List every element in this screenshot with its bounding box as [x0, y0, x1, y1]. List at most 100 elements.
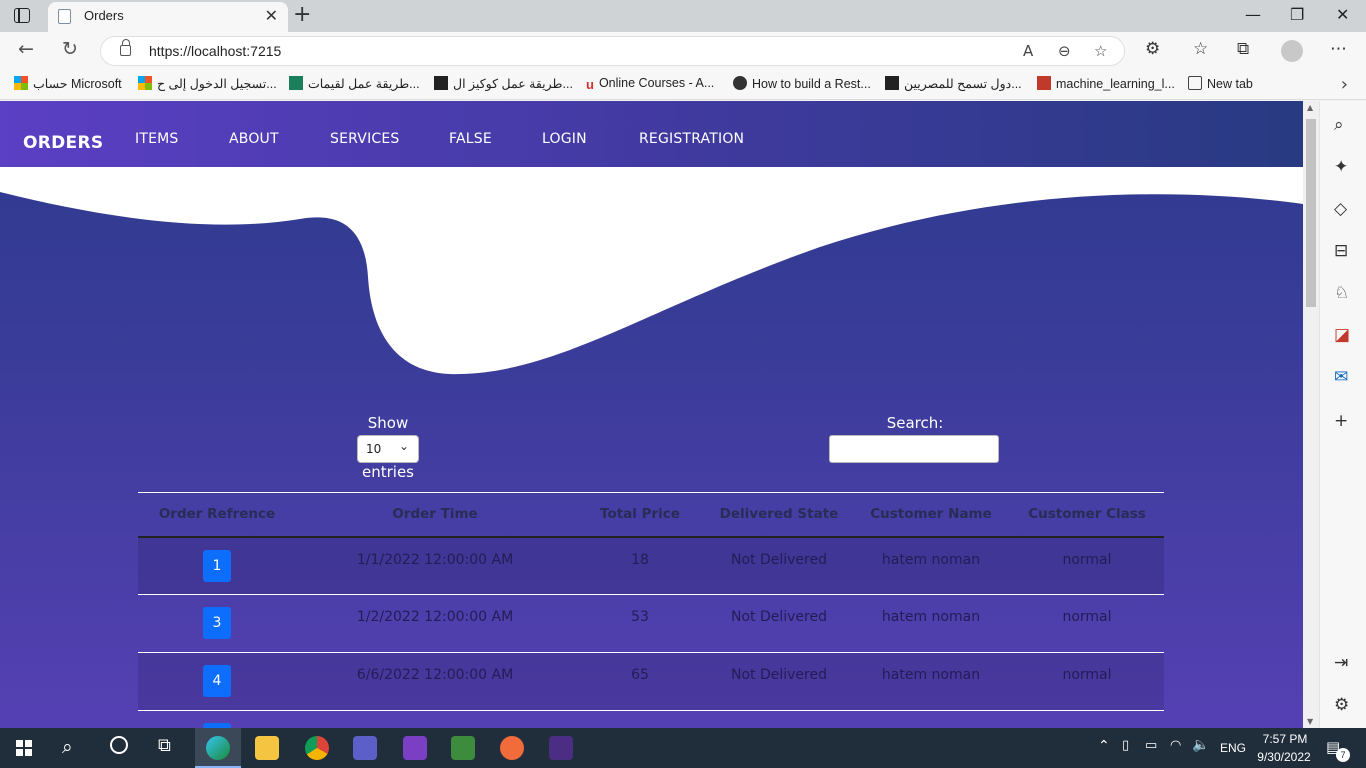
favorites-icon[interactable]: ☆	[1193, 39, 1208, 59]
close-window-icon[interactable]: ✕	[1336, 5, 1349, 24]
restore-icon[interactable]: ❐	[1290, 5, 1304, 24]
notification-count-badge: 7	[1336, 748, 1350, 762]
extensions-icon[interactable]: ⚙	[1145, 39, 1160, 59]
nav-link-login[interactable]: LOGIN	[542, 131, 587, 147]
refresh-icon[interactable]: ↻	[62, 38, 78, 60]
language-indicator[interactable]: ENG	[1220, 741, 1246, 755]
bookmark-item[interactable]: حساب Microsoft	[14, 76, 122, 91]
order-ref-button[interactable]: 3	[203, 607, 231, 639]
entries-select[interactable]: 10 ⌄	[357, 435, 419, 463]
column-header[interactable]: Customer Class	[1010, 492, 1164, 538]
clock-date[interactable]: 9/30/2022	[1252, 750, 1316, 764]
wifi-icon[interactable]: ◠	[1170, 738, 1181, 753]
customer-class-cell: normal	[1010, 652, 1164, 711]
nav-link-false[interactable]: FALSE	[449, 131, 492, 147]
outlook-icon[interactable]: ✉	[1334, 367, 1348, 387]
battery-icon[interactable]: ▭	[1145, 738, 1157, 753]
bookmark-item[interactable]: New tab	[1188, 76, 1253, 91]
clock-time[interactable]: 7:57 PM	[1260, 732, 1310, 746]
file-explorer-icon[interactable]	[255, 736, 279, 760]
bookmark-item[interactable]: How to build a Rest...	[733, 76, 871, 91]
task-view-icon[interactable]: ⧉	[158, 735, 171, 756]
column-header[interactable]: Delivered State	[706, 492, 852, 538]
delivered-state-cell	[706, 710, 852, 728]
teams-icon[interactable]	[353, 736, 377, 760]
nav-link-items[interactable]: ITEMS	[135, 131, 179, 147]
back-icon[interactable]: ←	[18, 38, 34, 60]
cortana-icon[interactable]	[110, 736, 128, 754]
zoom-icon[interactable]: ⊖	[1058, 42, 1071, 60]
search-label: Search:	[886, 414, 944, 432]
chrome-icon[interactable]	[305, 736, 329, 760]
new-tab-icon[interactable]: +	[293, 2, 311, 27]
bookmark-item[interactable]: طريقة عمل لقيمات...	[289, 76, 420, 91]
settings-icon[interactable]: ⚙	[1334, 695, 1349, 715]
bookmark-item[interactable]: دول تسمح للمصريين...	[885, 76, 1022, 91]
discover-icon[interactable]: ✦	[1334, 157, 1348, 177]
site-navbar: ORDERS ITEMS ABOUT SERVICES FALSE LOGIN …	[0, 101, 1303, 167]
shopping-tag-icon[interactable]: ◇	[1334, 199, 1347, 219]
postman-icon[interactable]	[500, 736, 524, 760]
scroll-down-icon[interactable]: ▼	[1307, 717, 1313, 726]
delivered-state-cell: Not Delivered	[706, 652, 852, 711]
close-tab-icon[interactable]: ✕	[265, 6, 278, 25]
web-page: ORDERS ITEMS ABOUT SERVICES FALSE LOGIN …	[0, 101, 1303, 728]
bookmark-item[interactable]: u Online Courses - A...	[586, 76, 714, 92]
volume-icon[interactable]: 🔈	[1192, 737, 1209, 753]
column-header[interactable]: Order Refrence	[138, 492, 296, 538]
pdf-icon	[1037, 76, 1051, 90]
visual-studio-icon[interactable]	[403, 736, 427, 760]
customer-class-cell: normal	[1010, 594, 1164, 653]
total-price-cell: 53	[574, 594, 706, 653]
add-icon[interactable]: +	[1334, 411, 1348, 431]
nav-link-services[interactable]: SERVICES	[330, 131, 400, 147]
bookmark-item[interactable]: تسجيل الدخول إلى ح...	[138, 76, 277, 91]
search-input[interactable]	[829, 435, 999, 463]
browser-tab[interactable]: Orders ✕	[48, 2, 288, 32]
address-bar[interactable]: https://localhost:7215 A ⊖ ☆	[100, 36, 1125, 66]
tab-actions-icon[interactable]	[14, 8, 30, 23]
profile-avatar[interactable]	[1281, 40, 1303, 62]
bookmark-item[interactable]: طريقة عمل كوكيز ال...	[434, 76, 573, 91]
site-brand[interactable]: ORDERS	[23, 133, 103, 153]
search-icon[interactable]: ⌕	[62, 736, 73, 758]
search-icon[interactable]: ⌕	[1334, 115, 1344, 135]
office-icon[interactable]: ◪	[1334, 325, 1350, 345]
minimize-icon[interactable]: —	[1245, 5, 1261, 24]
more-icon[interactable]: ⋯	[1330, 39, 1347, 59]
table-row: 1 1/1/2022 12:00:00 AM 18 Not Delivered …	[138, 536, 1164, 595]
chevron-up-icon[interactable]: ⌃	[1098, 738, 1110, 754]
order-ref-button[interactable]: 4	[203, 665, 231, 697]
games-icon[interactable]: ♘	[1334, 283, 1349, 303]
nav-link-about[interactable]: ABOUT	[229, 131, 279, 147]
scroll-up-icon[interactable]: ▲	[1307, 103, 1313, 112]
page-scrollbar[interactable]: ▲ ▼	[1303, 101, 1319, 728]
order-time-cell: 6/6/2022 12:00:00 AM	[296, 652, 574, 711]
read-aloud-icon[interactable]: A	[1023, 42, 1033, 60]
column-header[interactable]: Customer Name	[852, 492, 1010, 538]
scrollbar-thumb[interactable]	[1306, 119, 1316, 307]
column-header[interactable]: Order Time	[296, 492, 574, 538]
order-time-cell: 1/2/2022 12:00:00 AM	[296, 594, 574, 653]
tab-title: Orders	[84, 8, 124, 23]
order-ref-button[interactable]: 1	[203, 549, 231, 582]
favorite-add-icon[interactable]: ☆	[1094, 42, 1107, 60]
url-text[interactable]: https://localhost:7215	[149, 43, 281, 59]
collections-icon[interactable]: ⧉	[1237, 39, 1249, 59]
terminal-icon[interactable]	[549, 736, 573, 760]
column-header[interactable]: Total Price	[574, 492, 706, 538]
edge-taskbar-item[interactable]	[195, 728, 241, 768]
page-icon	[58, 9, 71, 24]
show-label: Show	[367, 414, 409, 432]
chevron-right-icon[interactable]: ›	[1341, 74, 1348, 95]
sidebar-collapse-icon[interactable]: ⇥	[1334, 653, 1348, 673]
sql-tool-icon[interactable]	[451, 736, 475, 760]
table-header-row: Order Refrence Order Time Total Price De…	[138, 492, 1164, 538]
lock-icon[interactable]	[120, 39, 131, 56]
windows-start-icon[interactable]	[16, 740, 32, 756]
edge-sidebar: ⌕ ✦ ◇ ⊟ ♘ ◪ ✉ + ⇥ ⚙	[1319, 101, 1366, 728]
device-icon[interactable]: ▯	[1122, 738, 1129, 753]
nav-link-registration[interactable]: REGISTRATION	[639, 131, 744, 147]
tools-icon[interactable]: ⊟	[1334, 241, 1348, 261]
bookmark-item[interactable]: machine_learning_l...	[1037, 76, 1175, 91]
